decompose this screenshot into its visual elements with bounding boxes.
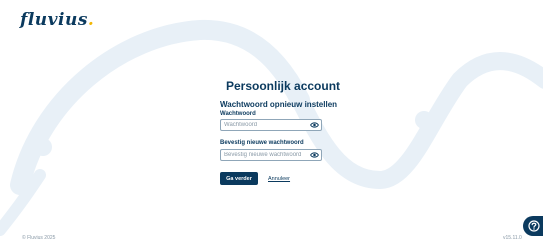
page-title: Persoonlijk account: [226, 79, 341, 93]
help-button[interactable]: [523, 216, 543, 236]
password-field: [220, 119, 322, 131]
logo-text: fluvius: [20, 10, 88, 30]
confirm-password-label: Bevestig nieuwe wachtwoord: [220, 140, 304, 146]
help-icon: [528, 220, 540, 232]
page-subtitle: Wachtwoord opnieuw instellen: [220, 100, 338, 109]
eye-icon[interactable]: [310, 121, 319, 129]
confirm-password-field: [220, 149, 322, 161]
fluvius-logo[interactable]: fluvius.: [20, 10, 94, 30]
form-actions: Ga verder Annuleer: [220, 172, 290, 185]
password-label: Wachtwoord: [220, 111, 256, 117]
copyright-text: © Fluvius 2025: [22, 235, 56, 241]
eye-icon[interactable]: [310, 151, 319, 159]
logo-dot: .: [87, 10, 95, 30]
continue-button[interactable]: Ga verder: [220, 172, 258, 185]
version-text: v15.11.0: [503, 235, 522, 241]
confirm-password-input[interactable]: [224, 150, 309, 160]
password-input[interactable]: [224, 120, 309, 130]
title-row: Persoonlijk account: [220, 78, 340, 94]
reset-password-card: Persoonlijk account Wachtwoord opnieuw i…: [220, 78, 340, 185]
cancel-link[interactable]: Annuleer: [268, 176, 290, 182]
